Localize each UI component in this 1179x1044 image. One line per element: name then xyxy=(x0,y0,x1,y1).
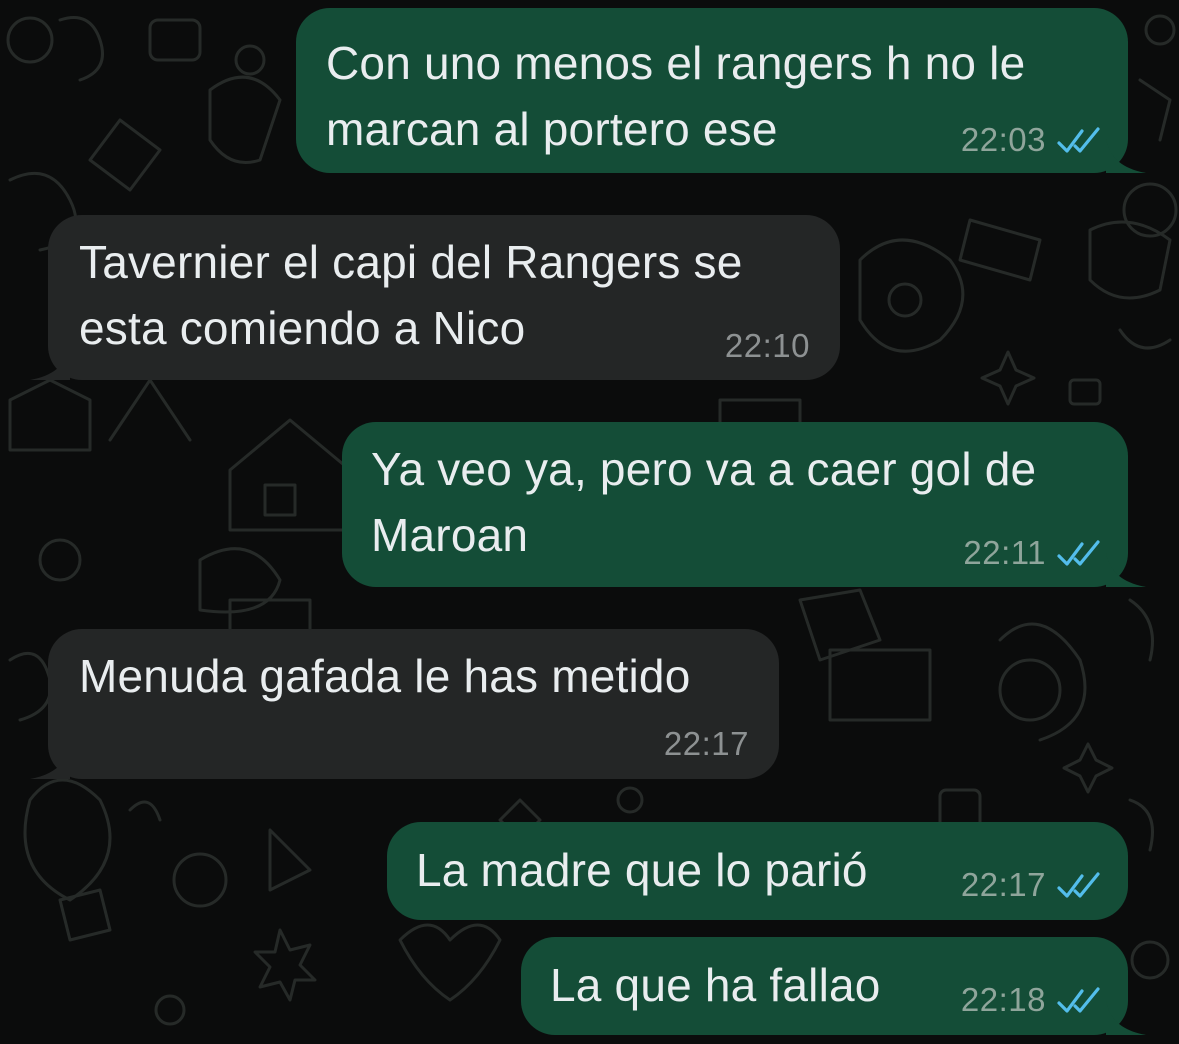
bubble-tail xyxy=(1106,1001,1146,1035)
message-text: Con uno menos el rangers h no le marcan … xyxy=(326,30,1025,162)
message-text: Ya veo ya, pero va a caer gol de Maroan xyxy=(371,436,1036,568)
message-text-line: La madre que lo parió xyxy=(416,844,868,896)
message-time: 22:17 xyxy=(663,725,749,762)
message-text-line: Menuda gafada le has metido xyxy=(79,650,691,702)
double-check-icon xyxy=(1057,872,1100,898)
message-bubble-incoming[interactable]: Menuda gafada le has metido 22:17 xyxy=(30,629,779,779)
message-bubble-outgoing[interactable]: Ya veo ya, pero va a caer gol de Maroan … xyxy=(342,422,1146,587)
message-text: Menuda gafada le has metido xyxy=(79,643,691,709)
message-bubble-outgoing[interactable]: Con uno menos el rangers h no le marcan … xyxy=(296,8,1146,173)
bubble-tail xyxy=(30,346,70,380)
message-bubble-incoming[interactable]: Tavernier el capi del Rangers se esta co… xyxy=(30,215,840,380)
bubble-tail xyxy=(1106,553,1146,587)
double-check-icon xyxy=(1057,540,1100,566)
double-check-icon xyxy=(1057,987,1100,1013)
message-text-line: Tavernier el capi del Rangers se xyxy=(79,236,743,288)
message-time: 22:11 xyxy=(963,534,1046,571)
message-text: Tavernier el capi del Rangers se esta co… xyxy=(79,229,743,361)
bubble-tail xyxy=(1106,139,1146,173)
double-check-icon xyxy=(1057,127,1100,153)
message-text-line: Con uno menos el rangers h no le xyxy=(326,37,1026,89)
message-time: 22:10 xyxy=(724,327,810,364)
message-meta: 22:03 xyxy=(961,121,1102,159)
message-text: La que ha fallao xyxy=(550,952,881,1018)
message-meta: 22:17 xyxy=(961,866,1102,904)
message-text-line: marcan al portero ese xyxy=(326,103,778,155)
message-text-line: Maroan xyxy=(371,509,529,561)
message-bubble-outgoing[interactable]: La que ha fallao 22:18 xyxy=(521,937,1146,1035)
message-text-line: esta comiendo a Nico xyxy=(79,302,526,354)
message-time: 22:03 xyxy=(960,121,1046,158)
message-meta: 22:11 xyxy=(963,534,1102,572)
message-text-line: La que ha fallao xyxy=(550,959,881,1011)
message-meta: 22:18 xyxy=(961,981,1102,1019)
bubble-tail xyxy=(30,745,70,779)
message-time: 22:18 xyxy=(960,981,1046,1018)
chat-messages[interactable]: Con uno menos el rangers h no le marcan … xyxy=(0,0,1179,1044)
message-text-line: Ya veo ya, pero va a caer gol de xyxy=(371,443,1037,495)
message-text: La madre que lo parió xyxy=(416,837,868,903)
message-time: 22:17 xyxy=(960,866,1046,903)
message-meta: 22:10 xyxy=(725,327,810,365)
message-meta: 22:17 xyxy=(664,725,749,763)
message-bubble-outgoing[interactable]: La madre que lo parió 22:17 xyxy=(387,822,1128,920)
